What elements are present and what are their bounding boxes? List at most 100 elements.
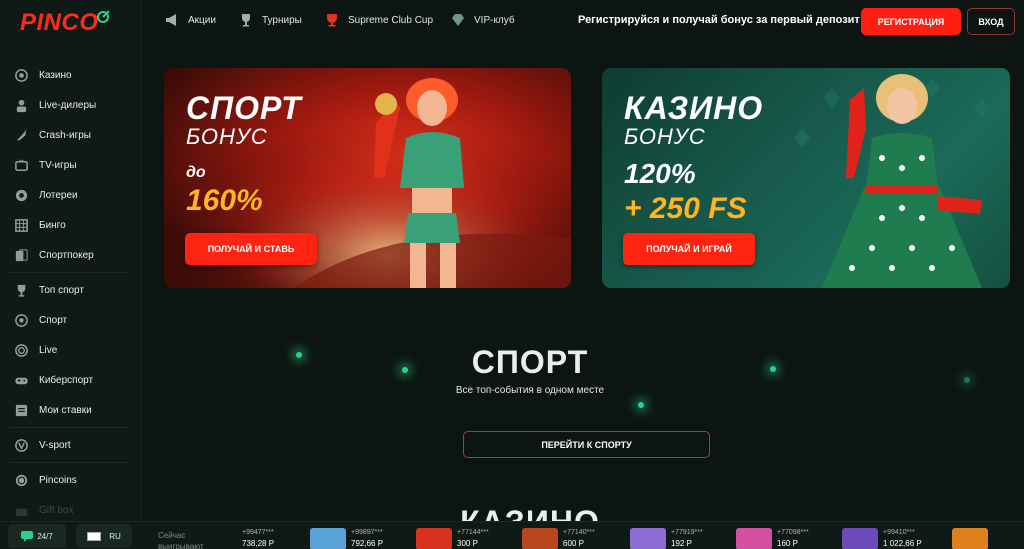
nav-supreme-club-cup[interactable]: Supreme Club Cup (324, 12, 433, 28)
sidebar-item-pincoins[interactable]: Pincoins (0, 465, 142, 495)
winner-item[interactable]: +77098*** 160 Р (736, 528, 809, 549)
game-thumbnail (630, 528, 666, 549)
sidebar-item-label: Спортпокер (39, 249, 94, 261)
nav-label: Турниры (262, 14, 302, 26)
winner-user: +77144*** (457, 529, 489, 536)
winner-amount: 160 Р (777, 539, 798, 548)
live-icon (13, 342, 29, 358)
winner-user: +77098*** (777, 529, 809, 536)
sport-banner-title: СПОРТ (186, 90, 302, 126)
nav-label: Supreme Club Cup (348, 14, 434, 26)
winner-item[interactable]: +77144*** 300 Р (416, 528, 489, 549)
logo[interactable]: PINCO (20, 8, 110, 38)
sidebar-item-sportpoker[interactable]: Спортпокер (0, 240, 142, 270)
winner-item[interactable]: +99410*** 1 022,66 Р (842, 528, 922, 549)
gift-icon (13, 502, 29, 518)
sport-section-subtitle: Все топ-события в одном месте (455, 385, 605, 396)
winner-amount: 192 Р (671, 539, 692, 548)
sidebar-item-casino[interactable]: Казино (0, 60, 142, 90)
casino-banner-title: КАЗИНО (624, 90, 764, 126)
sport-section-title: СПОРТ (471, 344, 589, 380)
sidebar-item-bingo[interactable]: Бинго (0, 210, 142, 240)
flag-icon (87, 531, 102, 541)
nav-label: Акции (188, 14, 216, 26)
top-nav: Акции Турниры Supreme Club Cup VIP-клуб … (142, 0, 1024, 44)
sidebar-item-sport[interactable]: Спорт (0, 305, 142, 335)
sport-bonus-banner[interactable]: СПОРТ БОНУС до 160% ПОЛУЧАЙ И СТАВЬ (164, 68, 571, 288)
support-label: 24/7 (37, 531, 53, 541)
dealer-icon (13, 97, 29, 113)
sidebar-item-crash-games[interactable]: Crash-игры (0, 120, 142, 150)
winner-user: +99410*** (883, 529, 915, 536)
game-thumbnail (310, 528, 346, 549)
sidebar-item-label: Pincoins (39, 474, 77, 486)
language-selector[interactable]: RU (76, 524, 132, 548)
winner-amount: 600 Р (563, 539, 584, 548)
sidebar-item-label: Gift box (39, 504, 74, 516)
sport-banner-amount: 160% (186, 184, 263, 217)
bingo-icon (13, 217, 29, 233)
decorative-glow (770, 366, 776, 372)
sidebar-menu: Казино Live-дилеры Crash-игры TV-игры Ло… (0, 60, 142, 525)
decorative-glow (638, 402, 644, 408)
logo-arrow-icon (96, 10, 110, 23)
nav-tournaments[interactable]: Турниры (238, 12, 302, 28)
decorative-glow (296, 352, 302, 358)
get-and-bet-button[interactable]: ПОЛУЧАЙ И СТАВЬ (185, 233, 317, 265)
sidebar-item-label: Топ спорт (39, 284, 84, 296)
diamond-icon (452, 14, 464, 26)
login-button[interactable]: ВХОД (967, 8, 1015, 35)
get-and-play-button[interactable]: ПОЛУЧАЙ И ИГРАЙ (623, 233, 755, 265)
gamepad-icon (13, 372, 29, 388)
nav-vip-club[interactable]: VIP-клуб (450, 12, 515, 28)
sidebar-item-label: Live-дилеры (39, 99, 97, 111)
sidebar-item-my-bets[interactable]: Мои ставки (0, 395, 142, 425)
decorative-glow (402, 367, 408, 373)
sidebar-item-label: Live (39, 344, 58, 356)
game-thumbnail (416, 528, 452, 549)
sidebar-item-top-sport[interactable]: Топ спорт (0, 275, 142, 305)
winner-item[interactable]: +99477*** 738,28 Р (242, 528, 274, 549)
cards-icon (13, 247, 29, 263)
winner-user: +99477*** (242, 529, 274, 536)
sport-banner-subtitle: БОНУС (186, 124, 268, 149)
sport-banner-prefix: до (186, 164, 206, 181)
sidebar-item-label: Киберспорт (39, 374, 94, 386)
winner-item[interactable]: +99897*** 792,66 Р (310, 528, 383, 549)
sidebar-item-lotteries[interactable]: Лотереи (0, 180, 142, 210)
winner-amount: 1 022,66 Р (883, 539, 922, 548)
go-to-sport-button[interactable]: ПЕРЕЙТИ К СПОРТУ (463, 431, 710, 458)
support-chat-button[interactable]: 24/7 (8, 524, 66, 548)
sidebar-item-label: V-sport (39, 439, 71, 451)
sidebar-divider (10, 272, 128, 273)
winner-amount: 738,28 Р (242, 539, 275, 548)
nav-promotions[interactable]: Акции (164, 12, 216, 28)
winner-item[interactable] (952, 528, 993, 549)
sidebar-divider (10, 462, 128, 463)
winner-user: +99897*** (351, 529, 383, 536)
sidebar-item-tv-games[interactable]: TV-игры (0, 150, 142, 180)
winner-item[interactable]: +77140*** 600 Р (522, 528, 595, 549)
casino-bonus-banner[interactable]: КАЗИНО БОНУС 120% + 250 FS ПОЛУЧАЙ И ИГР… (602, 68, 1010, 288)
winners-label: Сейчас выигрывают (158, 531, 204, 549)
sidebar-item-live-dealers[interactable]: Live-дилеры (0, 90, 142, 120)
chat-icon (21, 530, 34, 542)
winner-amount: 300 Р (457, 539, 478, 548)
soccer-ball-icon (13, 312, 29, 328)
sidebar-item-label: Бинго (39, 219, 66, 231)
sidebar-item-live[interactable]: Live (0, 335, 142, 365)
trophy-icon (13, 282, 29, 298)
megaphone-icon (166, 14, 176, 26)
sidebar-item-esports[interactable]: Киберспорт (0, 365, 142, 395)
winner-item[interactable]: +77919*** 192 Р (630, 528, 703, 549)
rocket-icon (13, 127, 29, 143)
register-button[interactable]: РЕГИСТРАЦИЯ (861, 8, 961, 35)
vsport-icon (13, 437, 29, 453)
game-thumbnail (842, 528, 878, 549)
decorative-glow (964, 377, 970, 383)
coin-icon (13, 472, 29, 488)
casino-banner-subtitle: БОНУС (624, 124, 706, 149)
sidebar-item-label: Лотереи (39, 189, 78, 201)
sidebar-item-v-sport[interactable]: V-sport (0, 430, 142, 460)
sidebar-divider (10, 427, 128, 428)
